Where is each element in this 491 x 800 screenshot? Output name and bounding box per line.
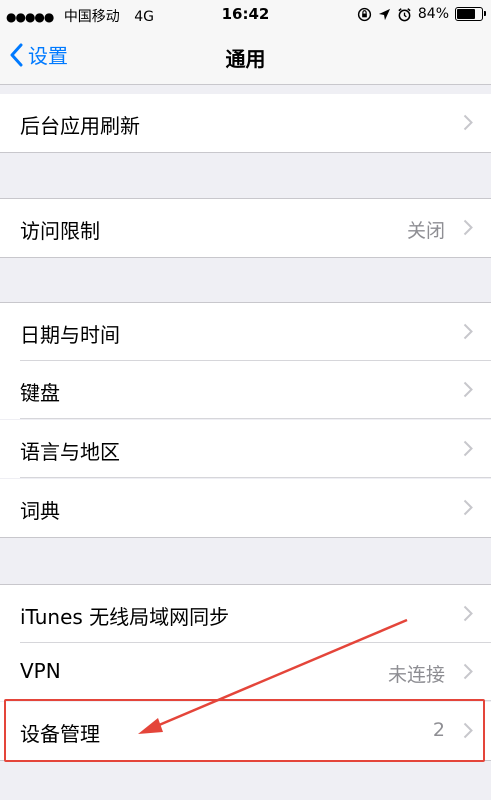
chevron-right-icon	[463, 499, 473, 516]
chevron-right-icon	[463, 219, 473, 236]
orientation-lock-icon	[357, 7, 371, 21]
back-button[interactable]: 设置	[10, 40, 68, 69]
status-right: 84%	[357, 6, 486, 22]
chevron-right-icon	[463, 114, 473, 131]
settings-row-language-region[interactable]: 语言与地区	[0, 420, 491, 478]
row-label: 语言与地区	[20, 440, 120, 464]
settings-row-itunes-wifi-sync[interactable]: iTunes 无线局域网同步	[0, 584, 491, 643]
row-divider	[20, 477, 491, 478]
settings-row-vpn[interactable]: VPN 未连接	[0, 643, 491, 701]
settings-row-date-time[interactable]: 日期与时间	[0, 302, 491, 361]
row-label: 键盘	[20, 381, 60, 405]
chevron-right-icon	[463, 381, 473, 398]
row-divider	[20, 418, 491, 419]
status-bar: ●●●●● 中国移动 4G 16:42 84%	[0, 0, 491, 30]
battery-percent: 84%	[417, 6, 449, 22]
row-label: VPN	[20, 659, 61, 683]
chevron-right-icon	[463, 663, 473, 680]
highlight-box	[4, 699, 485, 762]
row-label: 后台应用刷新	[20, 114, 140, 138]
settings-row-restrictions[interactable]: 访问限制 关闭	[0, 198, 491, 258]
back-label: 设置	[28, 44, 68, 68]
chevron-right-icon	[463, 440, 473, 457]
battery-fill	[457, 9, 475, 19]
row-value: 关闭	[406, 220, 445, 242]
page-title: 通用	[225, 47, 266, 71]
row-label: iTunes 无线局域网同步	[20, 605, 230, 629]
settings-row-background-app-refresh[interactable]: 后台应用刷新	[0, 94, 491, 153]
settings-row-keyboard[interactable]: 键盘	[0, 361, 491, 419]
location-arrow-icon	[378, 8, 390, 20]
alarm-icon	[398, 7, 411, 21]
chevron-left-icon	[10, 43, 23, 66]
battery-icon	[455, 7, 486, 21]
row-label: 日期与时间	[20, 323, 120, 347]
chevron-right-icon	[463, 605, 473, 622]
chevron-right-icon	[463, 323, 473, 340]
row-value: 未连接	[387, 664, 445, 686]
row-label: 词典	[20, 499, 60, 523]
settings-row-dictionary[interactable]: 词典	[0, 479, 491, 538]
navigation-bar: 设置 通用	[0, 30, 491, 85]
row-label: 访问限制	[20, 219, 100, 243]
